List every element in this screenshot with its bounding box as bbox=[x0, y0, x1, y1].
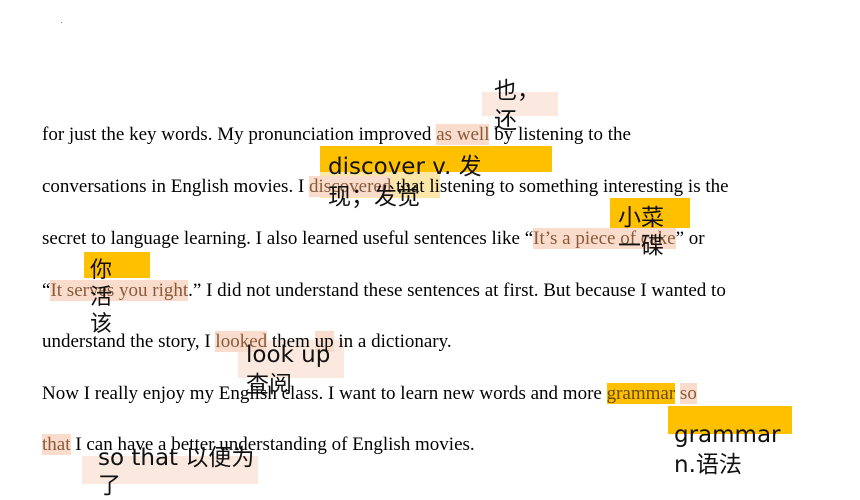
highlight-grammar: grammar bbox=[606, 383, 676, 404]
note-piece-of-cake: 小菜一碟 bbox=[618, 205, 664, 259]
highlight-that: that bbox=[42, 434, 71, 455]
note-also: 也，还 bbox=[494, 78, 540, 134]
note-look-up: look up 查阅 bbox=[246, 342, 331, 398]
text-line-4: “It serves you right.” I did not underst… bbox=[42, 280, 726, 302]
text-line-1: for just the key words. My pronunciation… bbox=[42, 124, 631, 146]
note-discover: discover v. 发现；发觉 bbox=[328, 154, 482, 210]
highlight-serves-you-right: It serves you right bbox=[50, 280, 189, 301]
text-line-6: Now I really enjoy my English class. I w… bbox=[42, 383, 697, 405]
text-line-3: secret to language learning. I also lear… bbox=[42, 228, 705, 250]
highlight-as-well: as well bbox=[436, 124, 490, 145]
highlight-so: so bbox=[679, 383, 697, 404]
text-segment: understand the story, I bbox=[42, 331, 216, 352]
note-serves-you-right: 你活该 bbox=[90, 258, 113, 337]
corner-marker: · bbox=[60, 18, 63, 27]
text-segment: .” I did not understand these sentences … bbox=[188, 280, 726, 301]
text-segment: for just the key words. My pronunciation… bbox=[42, 124, 437, 145]
text-segment: secret to language learning. I also lear… bbox=[42, 228, 534, 249]
note-so-that: so that 以便为了 bbox=[98, 445, 255, 499]
text-segment: in a dictionary. bbox=[333, 331, 452, 352]
note-grammar: grammar n.语法 bbox=[674, 422, 781, 478]
text-segment: conversations in English movies. I bbox=[42, 176, 310, 197]
